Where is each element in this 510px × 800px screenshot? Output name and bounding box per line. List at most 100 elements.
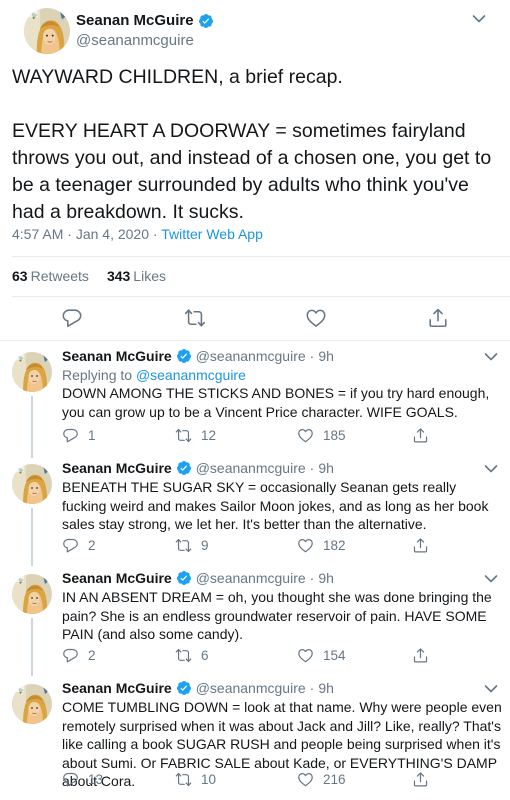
reply-time[interactable]: 9h (318, 570, 334, 586)
reply-tweet[interactable]: Seanan McGuire @seananmcguire · 9h Reply… (0, 348, 510, 458)
likes-stat[interactable]: 343 Likes (107, 268, 166, 284)
reply-tweet[interactable]: Seanan McGuire @seananmcguire · 9h COME … (0, 680, 510, 800)
like-button[interactable]: 182 (297, 537, 346, 554)
like-button[interactable]: 216 (297, 771, 346, 788)
heart-icon (297, 427, 314, 444)
author-name[interactable]: Seanan McGuire (62, 570, 172, 586)
reply-tweet[interactable]: Seanan McGuire @seananmcguire · 9h IN AN… (0, 570, 510, 676)
reply-header: Seanan McGuire @seananmcguire · 9h (62, 680, 334, 696)
tweet-date[interactable]: Jan 4, 2020 (76, 226, 149, 242)
retweets-stat[interactable]: 63 Retweets (12, 268, 89, 284)
reply-actions: 1 12 185 (62, 427, 442, 445)
reply-count: 1 (88, 428, 96, 443)
retweet-button[interactable]: 9 (175, 537, 209, 554)
retweet-icon[interactable] (184, 307, 206, 329)
reply-actions: 2 6 154 (62, 647, 442, 665)
retweet-button[interactable]: 10 (175, 771, 216, 788)
meta-separator: · (152, 226, 158, 242)
reply-header: Seanan McGuire @seananmcguire · 9h (62, 460, 334, 476)
verified-badge-icon (176, 680, 192, 696)
avatar[interactable] (12, 352, 52, 392)
share-icon (412, 537, 429, 554)
likes-count: 343 (106, 268, 131, 284)
verified-badge-icon (176, 460, 192, 476)
author-handle[interactable]: @seananmcguire (196, 680, 306, 696)
reply-button[interactable]: 2 (62, 647, 96, 664)
retweet-icon (175, 647, 192, 664)
avatar[interactable] (24, 8, 70, 54)
reply-time[interactable]: 9h (318, 460, 334, 476)
heart-icon[interactable] (305, 307, 327, 329)
retweets-label: Retweets (30, 268, 89, 284)
reply-text: BENEATH THE SUGAR SKY = occasionally Sea… (62, 479, 493, 532)
tweet-timestamp: 4:57 AM · Jan 4, 2020 · Twitter Web App (12, 226, 263, 242)
avatar[interactable] (12, 464, 52, 504)
likes-label: Likes (133, 268, 166, 284)
heart-icon (297, 771, 314, 788)
chevron-down-icon[interactable] (484, 574, 498, 584)
chevron-down-icon[interactable] (484, 352, 498, 362)
reply-actions: 13 10 216 (62, 771, 442, 789)
share-icon[interactable] (427, 307, 449, 329)
thread-line (31, 396, 33, 458)
replying-prefix: Replying to (62, 367, 133, 383)
retweets-count: 63 (12, 268, 28, 284)
reply-button[interactable]: 1 (62, 427, 96, 444)
share-icon (412, 771, 429, 788)
tweet-client-link[interactable]: Twitter Web App (161, 226, 263, 242)
author-handle[interactable]: @seananmcguire (76, 32, 194, 49)
reply-button[interactable]: 2 (62, 537, 96, 554)
like-button[interactable]: 185 (297, 427, 346, 444)
avatar[interactable] (12, 574, 52, 614)
reply-icon[interactable] (61, 307, 83, 329)
like-button[interactable]: 154 (297, 647, 346, 664)
heart-icon (297, 537, 314, 554)
chevron-down-icon[interactable] (472, 14, 486, 24)
author-name[interactable]: Seanan McGuire (76, 12, 194, 29)
thread-line (31, 508, 33, 566)
retweet-button[interactable]: 12 (175, 427, 216, 444)
reply-time[interactable]: 9h (318, 348, 334, 364)
reply-text: IN AN ABSENT DREAM = oh, you thought she… (62, 589, 496, 642)
retweet-count: 9 (201, 538, 209, 553)
divider (12, 296, 510, 297)
share-icon (412, 647, 429, 664)
share-button[interactable] (412, 427, 429, 444)
thread-line (31, 618, 33, 676)
reply-icon (62, 647, 79, 664)
chevron-down-icon[interactable] (484, 464, 498, 474)
author-name[interactable]: Seanan McGuire (62, 348, 172, 364)
retweet-button[interactable]: 6 (175, 647, 209, 664)
meta-separator: · (67, 226, 72, 242)
replying-to-handle[interactable]: @seananmcguire (136, 367, 246, 383)
tweet-time[interactable]: 4:57 AM (12, 226, 63, 242)
author-name-row[interactable]: Seanan McGuire (76, 12, 214, 29)
reply-icon (62, 537, 79, 554)
share-button[interactable] (412, 771, 429, 788)
author-handle[interactable]: @seananmcguire (196, 348, 306, 364)
reply-time[interactable]: 9h (318, 680, 334, 696)
like-count: 216 (323, 772, 346, 787)
author-handle[interactable]: @seananmcguire (196, 460, 306, 476)
replying-to: Replying to @seananmcguire (62, 367, 246, 383)
avatar[interactable] (12, 684, 52, 724)
reply-icon (62, 427, 79, 444)
author-handle[interactable]: @seananmcguire (196, 570, 306, 586)
reply-header: Seanan McGuire @seananmcguire · 9h (62, 570, 334, 586)
main-tweet: Seanan McGuire @seananmcguire (0, 0, 510, 60)
share-button[interactable] (412, 537, 429, 554)
reply-count: 13 (88, 772, 104, 787)
retweet-icon (175, 537, 192, 554)
share-button[interactable] (412, 647, 429, 664)
chevron-down-icon[interactable] (484, 684, 498, 694)
verified-badge-icon (176, 570, 192, 586)
author-name[interactable]: Seanan McGuire (62, 680, 172, 696)
retweet-icon (175, 771, 192, 788)
reply-count: 2 (88, 538, 96, 553)
reply-button[interactable]: 13 (62, 771, 103, 788)
divider (12, 256, 510, 257)
reply-tweet[interactable]: Seanan McGuire @seananmcguire · 9h BENEA… (0, 460, 510, 566)
author-name[interactable]: Seanan McGuire (62, 460, 172, 476)
reply-header: Seanan McGuire @seananmcguire · 9h (62, 348, 334, 364)
retweet-count: 6 (201, 648, 209, 663)
